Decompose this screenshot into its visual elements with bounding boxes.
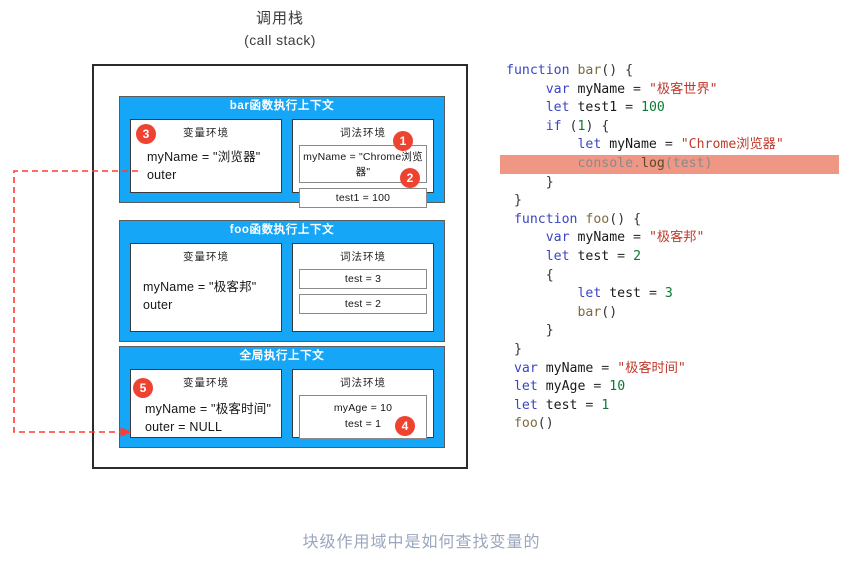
code-line-10: var myName = "极客邦" bbox=[545, 230, 705, 246]
code-line-19: let test = 1 bbox=[513, 397, 610, 413]
code-line-17: var myName = "极客时间" bbox=[513, 360, 686, 376]
badge-5: 5 bbox=[133, 378, 153, 398]
code-line-14: bar() bbox=[577, 304, 618, 320]
bar-var-line-myname: myName = "浏览器" bbox=[147, 150, 261, 164]
env-title-lexical-global: 词法环境 bbox=[340, 377, 386, 389]
context-header-global: 全局执行上下文 bbox=[239, 350, 325, 362]
foo-var-line-myname: myName = "极客邦" bbox=[143, 280, 257, 294]
code-line-18: let myAge = 10 bbox=[513, 379, 626, 395]
foo-lexical-test2: test = 2 bbox=[299, 294, 427, 314]
execution-context-bar: bar函数执行上下文 变量环境 myName = "浏览器" outer 词法环… bbox=[119, 96, 445, 208]
badge-2: 2 bbox=[400, 168, 420, 188]
bar-lexical-test1: test1 = 100 bbox=[299, 188, 427, 208]
code-line-11: let test = 2 bbox=[545, 248, 642, 264]
foo-var-line-outer: outer bbox=[143, 298, 173, 313]
code-line-13: let test = 3 bbox=[577, 286, 673, 302]
figure-caption: 块级作用域中是如何查找变量的 bbox=[302, 534, 541, 551]
code-line-1: function bar() { bbox=[506, 63, 634, 78]
code-line-8: } bbox=[506, 193, 522, 209]
global-variable-env-lines: myName = "极客时间" outer = NULL bbox=[137, 392, 275, 436]
env-title-variable-bar: 变量环境 bbox=[183, 127, 229, 139]
code-line-4: if (1) { bbox=[545, 118, 610, 134]
foo-variable-env-lines: myName = "极客邦" outer bbox=[137, 266, 275, 314]
bar-var-line-outer: outer bbox=[147, 168, 177, 183]
code-line-9: function foo() { bbox=[513, 211, 642, 227]
diagram-title-cn: 调用栈 bbox=[255, 10, 304, 27]
diagram-title: 调用栈 (call stack) bbox=[180, 8, 380, 50]
badge-3: 3 bbox=[136, 124, 156, 144]
diagram-title-en: (call stack) bbox=[244, 31, 316, 48]
code-line-12: { bbox=[506, 267, 554, 283]
context-header-foo: foo函数执行上下文 bbox=[229, 224, 335, 236]
code-line-5: let myName = "Chrome浏览器" bbox=[577, 137, 784, 153]
code-line-7: } bbox=[506, 174, 554, 190]
code-line-16: } bbox=[506, 341, 522, 357]
global-var-line-outer: outer = NULL bbox=[145, 420, 223, 435]
code-line-20: foo() bbox=[513, 416, 554, 432]
code-panel: function bar() { var myName = "极客世界" let… bbox=[500, 62, 843, 434]
global-variable-env: 变量环境 myName = "极客时间" outer = NULL bbox=[130, 369, 282, 438]
foo-variable-env: 变量环境 myName = "极客邦" outer bbox=[130, 243, 282, 332]
env-title-variable-foo: 变量环境 bbox=[183, 251, 229, 263]
context-header-bar: bar函数执行上下文 bbox=[229, 100, 335, 112]
foo-lexical-env: 词法环境 test = 3 test = 2 bbox=[292, 243, 434, 332]
global-var-line-myname: myName = "极客时间" bbox=[145, 402, 272, 416]
foo-lexical-test3: test = 3 bbox=[299, 269, 427, 289]
badge-4: 4 bbox=[395, 416, 415, 436]
execution-context-global: 全局执行上下文 变量环境 myName = "极客时间" outer = NUL… bbox=[119, 346, 445, 448]
env-title-lexical-foo: 词法环境 bbox=[340, 251, 386, 263]
code-line-15: } bbox=[506, 323, 554, 339]
bar-variable-env-lines: myName = "浏览器" outer bbox=[137, 142, 275, 184]
badge-1: 1 bbox=[393, 131, 413, 151]
code-line-6: console.log(test) bbox=[500, 154, 839, 174]
code-line-2: var myName = "极客世界" bbox=[545, 81, 718, 97]
env-title-variable-global: 变量环境 bbox=[183, 377, 229, 389]
code-line-3: let test1 = 100 bbox=[545, 100, 665, 116]
execution-context-foo: foo函数执行上下文 变量环境 myName = "极客邦" outer 词法环… bbox=[119, 220, 445, 342]
